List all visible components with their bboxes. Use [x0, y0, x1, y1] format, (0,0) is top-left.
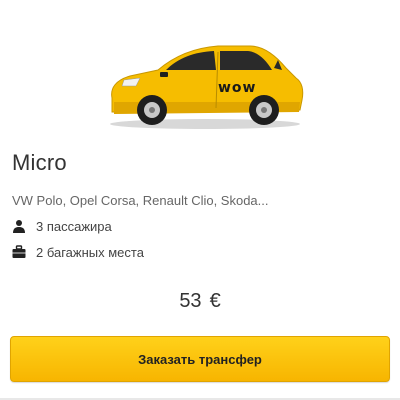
feature-luggage-label: 2 багажных места — [36, 244, 144, 260]
price-currency: € — [209, 290, 221, 312]
feature-passengers-label: 3 пассажира — [36, 218, 112, 234]
person-icon — [12, 219, 26, 233]
car-image: wow — [100, 28, 310, 138]
car-decal-text: wow — [218, 80, 257, 96]
feature-luggage: 2 багажных места — [12, 244, 144, 260]
car-class-title: Micro — [12, 150, 67, 175]
suitcase-icon — [12, 245, 26, 259]
price-amount: 53 — [179, 290, 202, 312]
feature-passengers: 3 пассажира — [12, 218, 112, 234]
price: 53 € — [0, 290, 400, 313]
order-transfer-button[interactable]: Заказать трансфер — [10, 336, 390, 382]
transfer-card: wow Micro VW Polo, Opel Corsa, Renault C… — [0, 0, 400, 400]
car-models-list: VW Polo, Opel Corsa, Renault Clio, Skoda… — [12, 193, 269, 208]
